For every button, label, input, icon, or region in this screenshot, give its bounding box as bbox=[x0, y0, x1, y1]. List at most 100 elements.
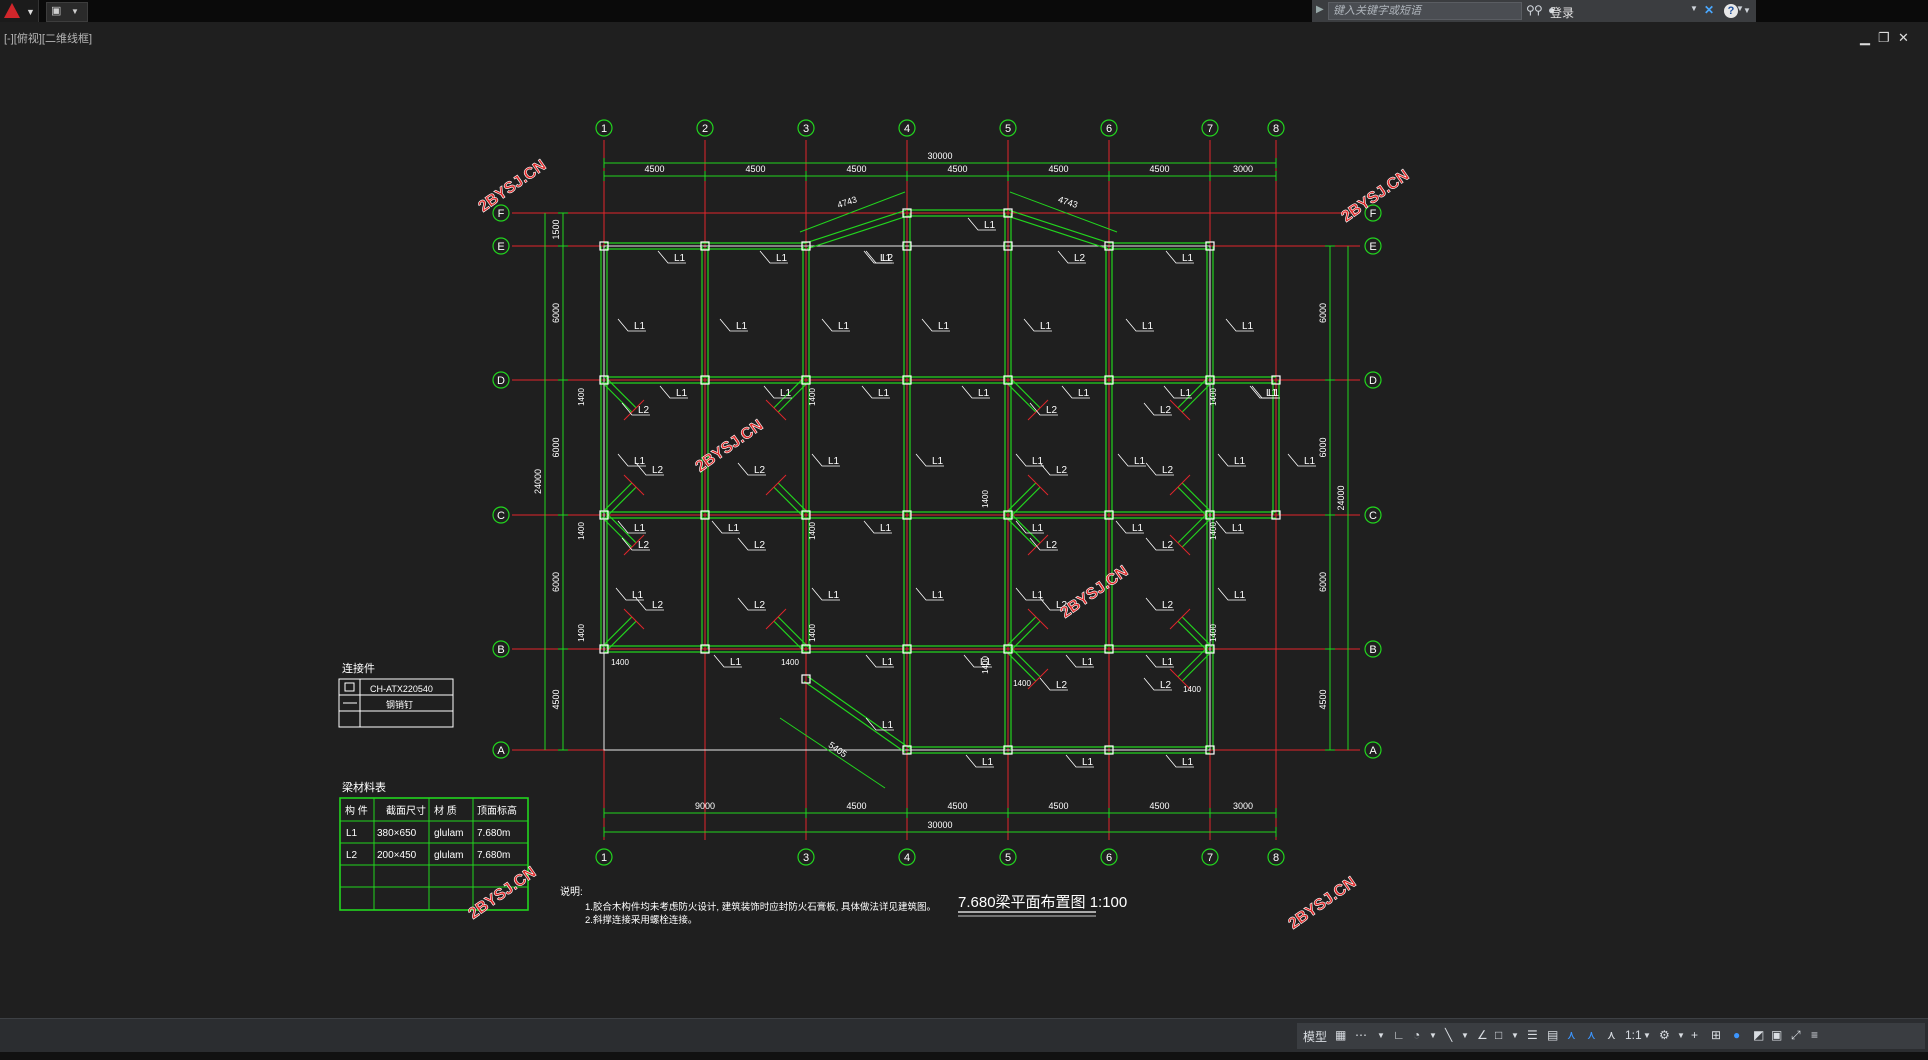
beam-L2-brace bbox=[1009, 646, 1041, 678]
beam-label: L1 bbox=[1134, 456, 1146, 467]
grid-bubble-label: D bbox=[497, 375, 505, 387]
isolate-objects-icon[interactable]: ● bbox=[1733, 1028, 1740, 1042]
beam-label: L2 bbox=[652, 465, 664, 476]
watermark-text: 2BYSJ.CN bbox=[475, 157, 549, 216]
model-space-button[interactable]: 模型 bbox=[1303, 1028, 1327, 1045]
dimension-text: 6000 bbox=[1318, 437, 1328, 457]
beam-label: L2 bbox=[1056, 680, 1068, 691]
connector-legend-cell: CH-ATX220540 bbox=[370, 684, 433, 694]
beam-L2-brace bbox=[605, 620, 637, 652]
grid-icon[interactable]: ▦ bbox=[1335, 1028, 1346, 1042]
local-dimension-text: 1400 bbox=[808, 522, 817, 540]
grid-bubble-label: 7 bbox=[1207, 123, 1213, 135]
grid-bubble-label: 6 bbox=[1106, 123, 1112, 135]
dimension-text: 4500 bbox=[1149, 801, 1169, 811]
ortho-icon[interactable]: ∟ bbox=[1393, 1028, 1405, 1042]
polar-tracking-icon[interactable]: ◔ bbox=[1413, 1028, 1420, 1042]
beam-label: L1 bbox=[878, 388, 890, 399]
beam-label: L1 bbox=[730, 657, 742, 668]
material-table-header: 构 件 bbox=[345, 804, 368, 817]
beam-label: L2 bbox=[754, 540, 766, 551]
chevron-down-icon[interactable]: ▼ bbox=[1643, 1031, 1651, 1040]
beam-label: L1 bbox=[828, 590, 840, 601]
annotation-scale-value[interactable]: 1:1 bbox=[1625, 1028, 1642, 1042]
local-dimension-text: 1400 bbox=[577, 388, 586, 406]
local-dimension-text: 1400 bbox=[577, 522, 586, 540]
beam-L2 bbox=[1008, 209, 1111, 244]
dimension-text: 3000 bbox=[1233, 164, 1253, 174]
chevron-down-icon[interactable]: ▼ bbox=[1511, 1031, 1519, 1040]
object-snap-tracking-icon[interactable]: ∠ bbox=[1477, 1028, 1488, 1042]
dimension-text: 6000 bbox=[1318, 572, 1328, 592]
lineweight-icon[interactable]: ☰ bbox=[1527, 1028, 1538, 1042]
beam-label: L1 bbox=[674, 253, 686, 264]
material-table-header: 截面尺寸 bbox=[386, 804, 426, 817]
beam-L1 bbox=[803, 680, 906, 753]
beam-label: L1 bbox=[1078, 388, 1090, 399]
grid-bubble-label: 4 bbox=[904, 123, 910, 135]
material-table-cell: 7.680m bbox=[477, 850, 510, 861]
beam-label: L1 bbox=[634, 321, 646, 332]
grid-bubble-label: E bbox=[1369, 241, 1376, 253]
beam-label: L2 bbox=[1160, 680, 1172, 691]
hardware-acceleration-icon[interactable]: ◩ bbox=[1753, 1028, 1764, 1042]
brace-marker bbox=[623, 608, 645, 630]
chevron-down-icon[interactable]: ▼ bbox=[1377, 1031, 1385, 1040]
beam-L2-brace bbox=[1005, 650, 1037, 682]
chevron-down-icon[interactable]: ▼ bbox=[1677, 1031, 1685, 1040]
transparency-icon[interactable]: ▤ bbox=[1547, 1028, 1558, 1042]
beam-label: L2 bbox=[754, 465, 766, 476]
grid-bubble-label: A bbox=[1369, 745, 1377, 757]
grid-bubble-label: 8 bbox=[1273, 852, 1279, 864]
snap-icon[interactable]: ⋯ bbox=[1355, 1028, 1367, 1042]
material-table-header: 材 质 bbox=[434, 804, 457, 817]
local-dimension-text: 1400 bbox=[981, 490, 990, 508]
dimension-text: 4500 bbox=[846, 164, 866, 174]
dimension-text: 4500 bbox=[1149, 164, 1169, 174]
grid-bubble-label: C bbox=[497, 510, 505, 522]
beam-label: L1 bbox=[932, 456, 944, 467]
grid-bubble-label: D bbox=[1369, 375, 1377, 387]
material-table-cell: glulam bbox=[434, 828, 463, 839]
auto-scale-icon[interactable]: ⋏ bbox=[1587, 1028, 1596, 1042]
local-dimension-text: 1400 bbox=[1209, 522, 1218, 540]
object-snap-icon[interactable]: □ bbox=[1495, 1028, 1502, 1042]
dimension-text: 3000 bbox=[1233, 801, 1253, 811]
drawing-title-text: 7.680梁平面布置图 1:100 bbox=[958, 894, 1127, 911]
workspace-gear-icon[interactable]: ⚙ bbox=[1659, 1028, 1670, 1042]
drawing-canvas[interactable]: 4500 4500 4500 4500 4500 4500 3000 30000 9000 450… bbox=[0, 0, 1928, 1018]
brace-marker bbox=[1169, 474, 1191, 496]
units-icon[interactable]: ⊞ bbox=[1711, 1028, 1721, 1042]
beam-L2-brace bbox=[605, 377, 637, 409]
local-dimension-text: 1400 bbox=[781, 658, 799, 667]
beam-label: L1 bbox=[676, 388, 688, 399]
dimension-text: 24000 bbox=[533, 469, 543, 494]
customization-menu-icon[interactable]: ≡ bbox=[1811, 1028, 1818, 1042]
beam-label: L2 bbox=[638, 540, 650, 551]
dimension-text: 6000 bbox=[551, 437, 561, 457]
annotation-scale-icon[interactable]: ⋏ bbox=[1607, 1028, 1616, 1042]
beam-label: L2 bbox=[1162, 465, 1174, 476]
beam-L2 bbox=[806, 215, 909, 250]
local-dimension-text: 1400 bbox=[1209, 388, 1218, 406]
chevron-down-icon[interactable]: ▼ bbox=[1461, 1031, 1469, 1040]
beam-L2-brace bbox=[1181, 650, 1213, 682]
beam-label: L1 bbox=[1162, 657, 1174, 668]
beam-L2-brace bbox=[1005, 381, 1037, 413]
isodraft-icon[interactable]: ╲ bbox=[1445, 1028, 1452, 1042]
beam-label: L2 bbox=[1160, 405, 1172, 416]
clean-screen-icon[interactable]: ▣ bbox=[1771, 1028, 1782, 1042]
chevron-down-icon[interactable]: ▼ bbox=[1429, 1031, 1437, 1040]
beam-label: L1 bbox=[776, 253, 788, 264]
watermark-text: 2BYSJ.CN bbox=[1057, 563, 1131, 622]
local-dimension-text: 1400 bbox=[577, 624, 586, 642]
beam-L2-brace bbox=[1177, 646, 1209, 678]
beam-label: L1 bbox=[978, 388, 990, 399]
status-bar: 模型 ▦ ⋯ ▼ ∟ ◔ ▼ ╲ ▼ ∠ □ ▼ ☰ ▤ ⋏ ⋏ ⋏ 1:1 ▼… bbox=[0, 1018, 1928, 1053]
dimension-text: 4500 bbox=[551, 689, 561, 709]
maximize-viewport-icon[interactable]: ⤢ bbox=[1791, 1028, 1801, 1043]
annotation-monitor-icon[interactable]: + bbox=[1691, 1028, 1698, 1042]
annotation-visibility-icon[interactable]: ⋏ bbox=[1567, 1028, 1576, 1042]
beam-label: L2 bbox=[1162, 600, 1174, 611]
brace-marker bbox=[1027, 608, 1049, 630]
